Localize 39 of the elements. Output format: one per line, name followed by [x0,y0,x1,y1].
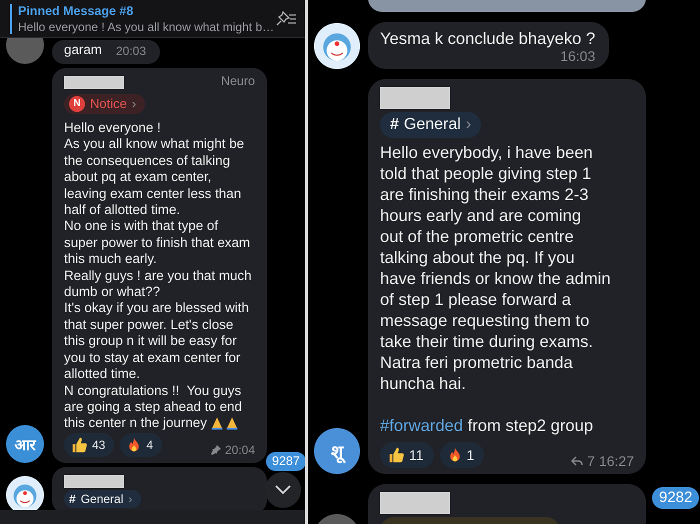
cartoon-avatar-icon[interactable] [314,23,360,69]
topic-link[interactable]: N Notice › [64,94,146,114]
redacted-name-block [64,474,124,488]
sender-role: Neuro [220,74,255,88]
message-bubble[interactable]: garam 20:03 [52,40,160,64]
unread-count-badge: 9287 [266,452,305,471]
unread-count-badge: 9282 [652,487,700,509]
reaction-chip[interactable]: 4 [120,432,162,457]
chevron-down-icon [275,485,291,495]
pinned-title: Pinned Message #8 [18,4,134,18]
message-text: Hello everybody, i have been told that people giving step 1 are finishing their exams 2-3 hours early and are coming out of the prometric centre talking about the pq. If you have friends or know the admin of step 1 please forward a message requesting them to take their time during exams. Natra feri prometric banda huncha hai. [380,142,612,394]
topic-link[interactable]: # General › [380,112,482,138]
pin-list-icon[interactable] [275,10,297,26]
message-time: 7 16:27 [571,454,634,468]
reaction-chip[interactable]: 11 [380,442,434,468]
thumbs-up-icon [70,436,88,454]
message-time: 16:03 [560,49,596,63]
thumbs-up-icon [387,446,405,464]
hashtag-link[interactable]: #forwarded [380,416,464,435]
redacted-name-block [380,87,450,109]
message-time: 20:03 [116,44,146,58]
redacted-name-block [380,492,450,514]
message-bubble[interactable]: # General › [52,466,267,510]
message-text: Yesma k conclude bhayeko ? [380,28,596,49]
message-text: garam [64,42,102,58]
message-bubble[interactable] [52,68,267,463]
topic-link[interactable]: # General › [64,490,142,508]
message-text: this center n the journey [64,415,207,432]
reaction-chip[interactable]: 43 [64,432,114,457]
message-bubble[interactable]: Yesma k conclude bhayeko ? 16:03 [368,22,610,69]
pinned-message-bar[interactable]: Pinned Message #8 Hello everyone ! As you all know what might b… [0,0,305,38]
redacted-name-block [64,76,124,89]
message-footer-text: #forwarded from step2 group [380,415,594,436]
reply-icon [571,456,584,466]
message-time: 20:04 [210,442,255,457]
cartoon-avatar-icon[interactable] [6,476,44,510]
reaction-chip[interactable]: 1 [440,442,484,468]
message-bubble[interactable] [368,79,646,474]
scroll-down-button[interactable] [265,472,301,508]
